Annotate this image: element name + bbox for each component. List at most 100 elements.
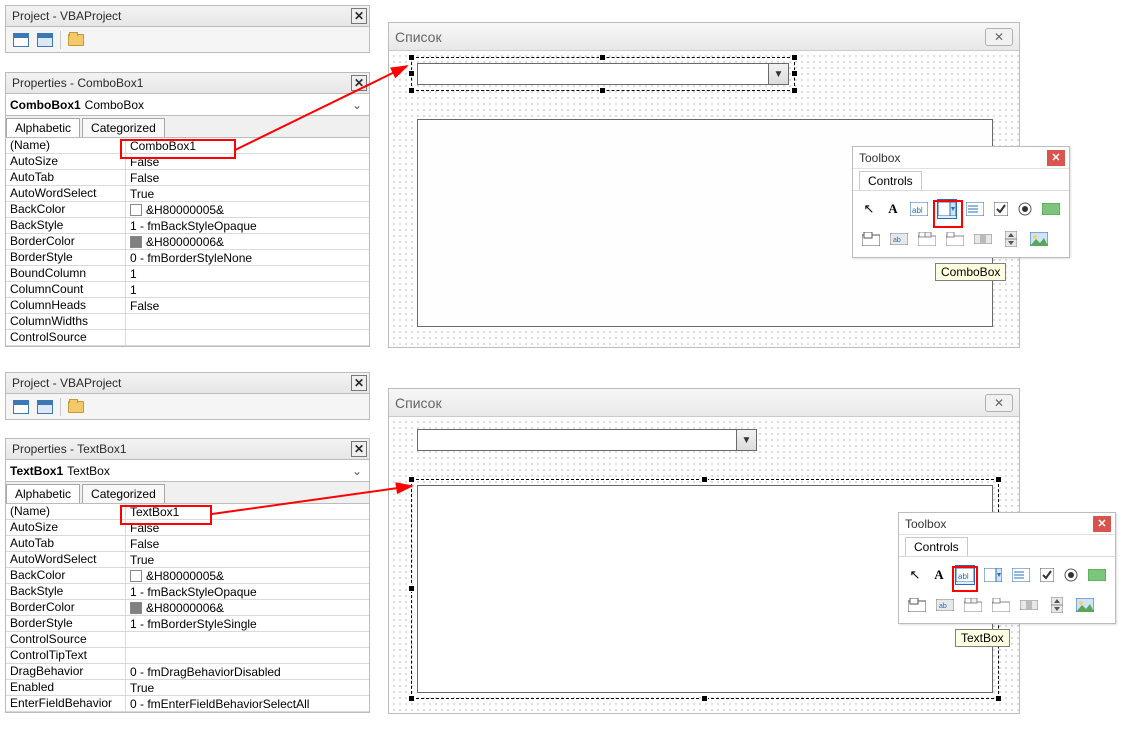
properties-object-selector[interactable]: ComboBox1 ComboBox ⌄ xyxy=(5,94,370,116)
property-value[interactable]: 1 - fmBackStyleOpaque xyxy=(126,584,369,599)
property-row[interactable]: ColumnHeadsFalse xyxy=(6,298,369,314)
property-row[interactable]: AutoTabFalse xyxy=(6,170,369,186)
property-value[interactable]: &H80000005& xyxy=(126,568,369,583)
property-value[interactable]: &H80000005& xyxy=(126,202,369,217)
pointer-tool-icon-b[interactable]: ↖ xyxy=(907,565,923,585)
property-value[interactable]: 0 - fmEnterFieldBehaviorSelectAll xyxy=(126,696,369,711)
tabstrip-tool-icon-b[interactable] xyxy=(963,595,983,615)
properties-pane-close[interactable]: ✕ xyxy=(351,75,367,91)
property-value[interactable]: 0 - fmBorderStyleNone xyxy=(126,250,369,265)
property-value[interactable] xyxy=(126,330,369,345)
frame-tool-icon[interactable] xyxy=(861,229,881,249)
optionbutton-tool-icon[interactable] xyxy=(1017,199,1033,219)
view-code-icon-b[interactable] xyxy=(12,399,30,415)
property-row[interactable]: AutoWordSelectTrue xyxy=(6,552,369,568)
tab-alphabetic-b[interactable]: Alphabetic xyxy=(6,484,80,503)
toolbox-tab-controls-b[interactable]: Controls xyxy=(905,537,968,556)
toolbox-close-b[interactable]: ✕ xyxy=(1093,516,1111,532)
toolbox-tab-controls[interactable]: Controls xyxy=(859,171,922,190)
scrollbar-tool-icon[interactable] xyxy=(973,229,993,249)
property-row[interactable]: AutoWordSelectTrue xyxy=(6,186,369,202)
label-tool-icon-b[interactable]: A xyxy=(931,565,947,585)
property-value[interactable] xyxy=(126,632,369,647)
label-tool-icon[interactable]: A xyxy=(885,199,901,219)
view-object-icon[interactable] xyxy=(36,32,54,48)
property-row[interactable]: BorderStyle1 - fmBorderStyleSingle xyxy=(6,616,369,632)
optionbutton-tool-icon-b[interactable] xyxy=(1063,565,1079,585)
property-row[interactable]: AutoSizeFalse xyxy=(6,520,369,536)
spinbutton-tool-icon[interactable] xyxy=(1001,229,1021,249)
frame-tool-icon-b[interactable] xyxy=(907,595,927,615)
property-value[interactable]: 0 - fmDragBehaviorDisabled xyxy=(126,664,369,679)
commandbutton-tool-icon[interactable]: ab xyxy=(889,229,909,249)
folder-icon[interactable] xyxy=(67,32,85,48)
property-value[interactable]: True xyxy=(126,552,369,567)
property-row[interactable]: BackStyle1 - fmBackStyleOpaque xyxy=(6,218,369,234)
properties-grid-b[interactable]: (Name)TextBox1AutoSizeFalseAutoTabFalseA… xyxy=(5,504,370,713)
properties-grid[interactable]: (Name)ComboBox1AutoSizeFalseAutoTabFalse… xyxy=(5,138,370,347)
property-value[interactable]: False xyxy=(126,536,369,551)
property-row[interactable]: EnterFieldBehavior0 - fmEnterFieldBehavi… xyxy=(6,696,369,712)
property-value[interactable]: 1 - fmBorderStyleSingle xyxy=(126,616,369,631)
property-row[interactable]: ControlTipText xyxy=(6,648,369,664)
property-value[interactable]: True xyxy=(126,680,369,695)
property-value[interactable]: 1 xyxy=(126,266,369,281)
property-value[interactable]: &H80000006& xyxy=(126,600,369,615)
properties-pane-close-b[interactable]: ✕ xyxy=(351,441,367,457)
image-tool-icon-b[interactable] xyxy=(1075,595,1095,615)
property-row[interactable]: (Name)TextBox1 xyxy=(6,504,369,520)
property-row[interactable]: DragBehavior0 - fmDragBehaviorDisabled xyxy=(6,664,369,680)
property-row[interactable]: BorderColor&H80000006& xyxy=(6,600,369,616)
property-row[interactable]: (Name)ComboBox1 xyxy=(6,138,369,154)
property-row[interactable]: ColumnWidths xyxy=(6,314,369,330)
form-close-icon[interactable]: ✕ xyxy=(985,28,1013,46)
property-row[interactable]: BorderColor&H80000006& xyxy=(6,234,369,250)
property-value[interactable]: 1 xyxy=(126,282,369,297)
property-row[interactable]: EnabledTrue xyxy=(6,680,369,696)
property-row[interactable]: ControlSource xyxy=(6,330,369,346)
property-row[interactable]: AutoTabFalse xyxy=(6,536,369,552)
commandbutton-tool-icon-b[interactable]: ab xyxy=(935,595,955,615)
combobox-control-b[interactable]: ▼ xyxy=(417,429,757,451)
property-row[interactable]: BoundColumn1 xyxy=(6,266,369,282)
listbox-tool-icon-b[interactable] xyxy=(1011,565,1031,585)
checkbox-tool-icon[interactable] xyxy=(993,199,1009,219)
combobox-tool-icon[interactable] xyxy=(937,199,957,219)
property-row[interactable]: ControlSource xyxy=(6,632,369,648)
property-row[interactable]: ColumnCount1 xyxy=(6,282,369,298)
property-value[interactable]: ComboBox1 xyxy=(126,138,369,153)
tab-categorized[interactable]: Categorized xyxy=(82,118,165,137)
scrollbar-tool-icon-b[interactable] xyxy=(1019,595,1039,615)
property-value[interactable]: 1 - fmBackStyleOpaque xyxy=(126,218,369,233)
multipage-tool-icon[interactable] xyxy=(945,229,965,249)
togglebutton-tool-icon[interactable] xyxy=(1041,199,1061,219)
property-value[interactable]: False xyxy=(126,154,369,169)
listbox-tool-icon[interactable] xyxy=(965,199,985,219)
image-tool-icon[interactable] xyxy=(1029,229,1049,249)
combobox-tool-icon-b[interactable] xyxy=(983,565,1003,585)
textbox-tool-icon-b[interactable]: abl xyxy=(955,565,975,585)
property-value[interactable]: False xyxy=(126,520,369,535)
combobox-dropdown-button-b[interactable]: ▼ xyxy=(736,430,756,450)
property-value[interactable]: TextBox1 xyxy=(126,504,369,519)
property-row[interactable]: BackStyle1 - fmBackStyleOpaque xyxy=(6,584,369,600)
tab-categorized-b[interactable]: Categorized xyxy=(82,484,165,503)
property-row[interactable]: AutoSizeFalse xyxy=(6,154,369,170)
property-value[interactable]: False xyxy=(126,170,369,185)
view-object-icon-b[interactable] xyxy=(36,399,54,415)
view-code-icon[interactable] xyxy=(12,32,30,48)
multipage-tool-icon-b[interactable] xyxy=(991,595,1011,615)
property-row[interactable]: BackColor&H80000005& xyxy=(6,568,369,584)
property-value[interactable]: &H80000006& xyxy=(126,234,369,249)
property-value[interactable] xyxy=(126,648,369,663)
property-row[interactable]: BackColor&H80000005& xyxy=(6,202,369,218)
form-close-icon-b[interactable]: ✕ xyxy=(985,394,1013,412)
property-value[interactable]: False xyxy=(126,298,369,313)
properties-object-selector-b[interactable]: TextBox1 TextBox ⌄ xyxy=(5,460,370,482)
project-pane-close-b[interactable]: ✕ xyxy=(351,375,367,391)
property-value[interactable]: True xyxy=(126,186,369,201)
toolbox-close[interactable]: ✕ xyxy=(1047,150,1065,166)
tabstrip-tool-icon[interactable] xyxy=(917,229,937,249)
spinbutton-tool-icon-b[interactable] xyxy=(1047,595,1067,615)
checkbox-tool-icon-b[interactable] xyxy=(1039,565,1055,585)
